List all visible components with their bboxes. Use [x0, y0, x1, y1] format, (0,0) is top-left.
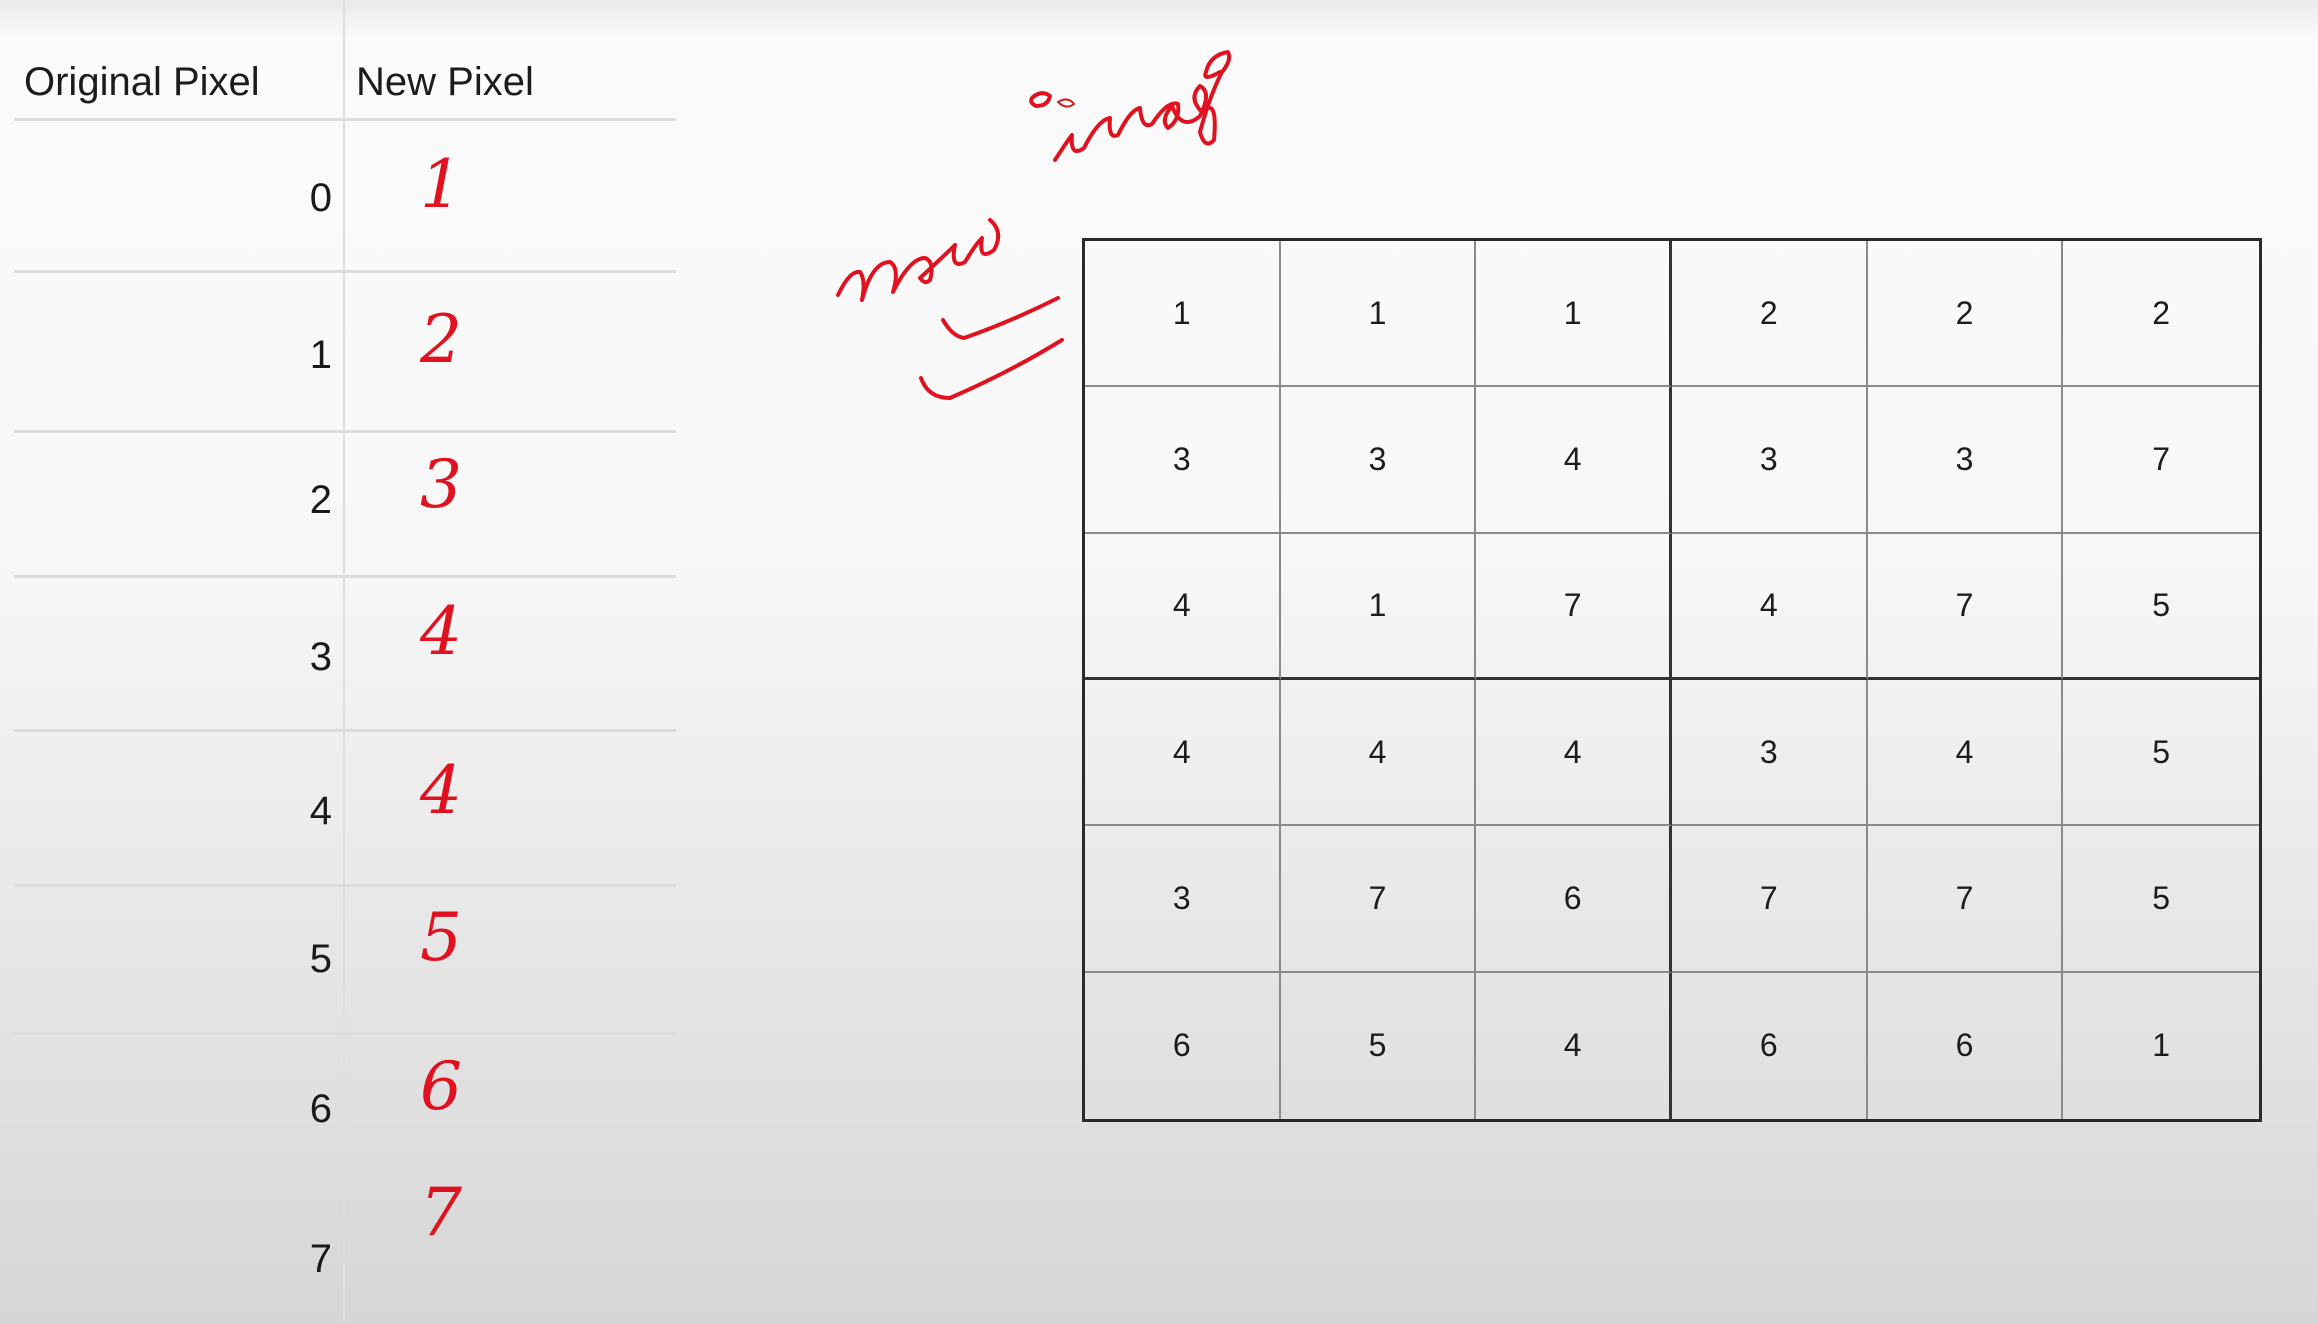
handwriting-image	[1053, 50, 1232, 162]
pen-cursor-mark	[1057, 98, 1075, 108]
handwriting-i-dot	[1029, 91, 1052, 108]
pointer-stroke-1	[941, 296, 1060, 340]
pointer-stroke-2	[919, 338, 1064, 400]
handwritten-annotation	[836, 50, 1232, 400]
handwriting-new	[836, 218, 1001, 302]
slide-canvas: Original Pixel New Pixel 011223344455667…	[0, 0, 2318, 1324]
